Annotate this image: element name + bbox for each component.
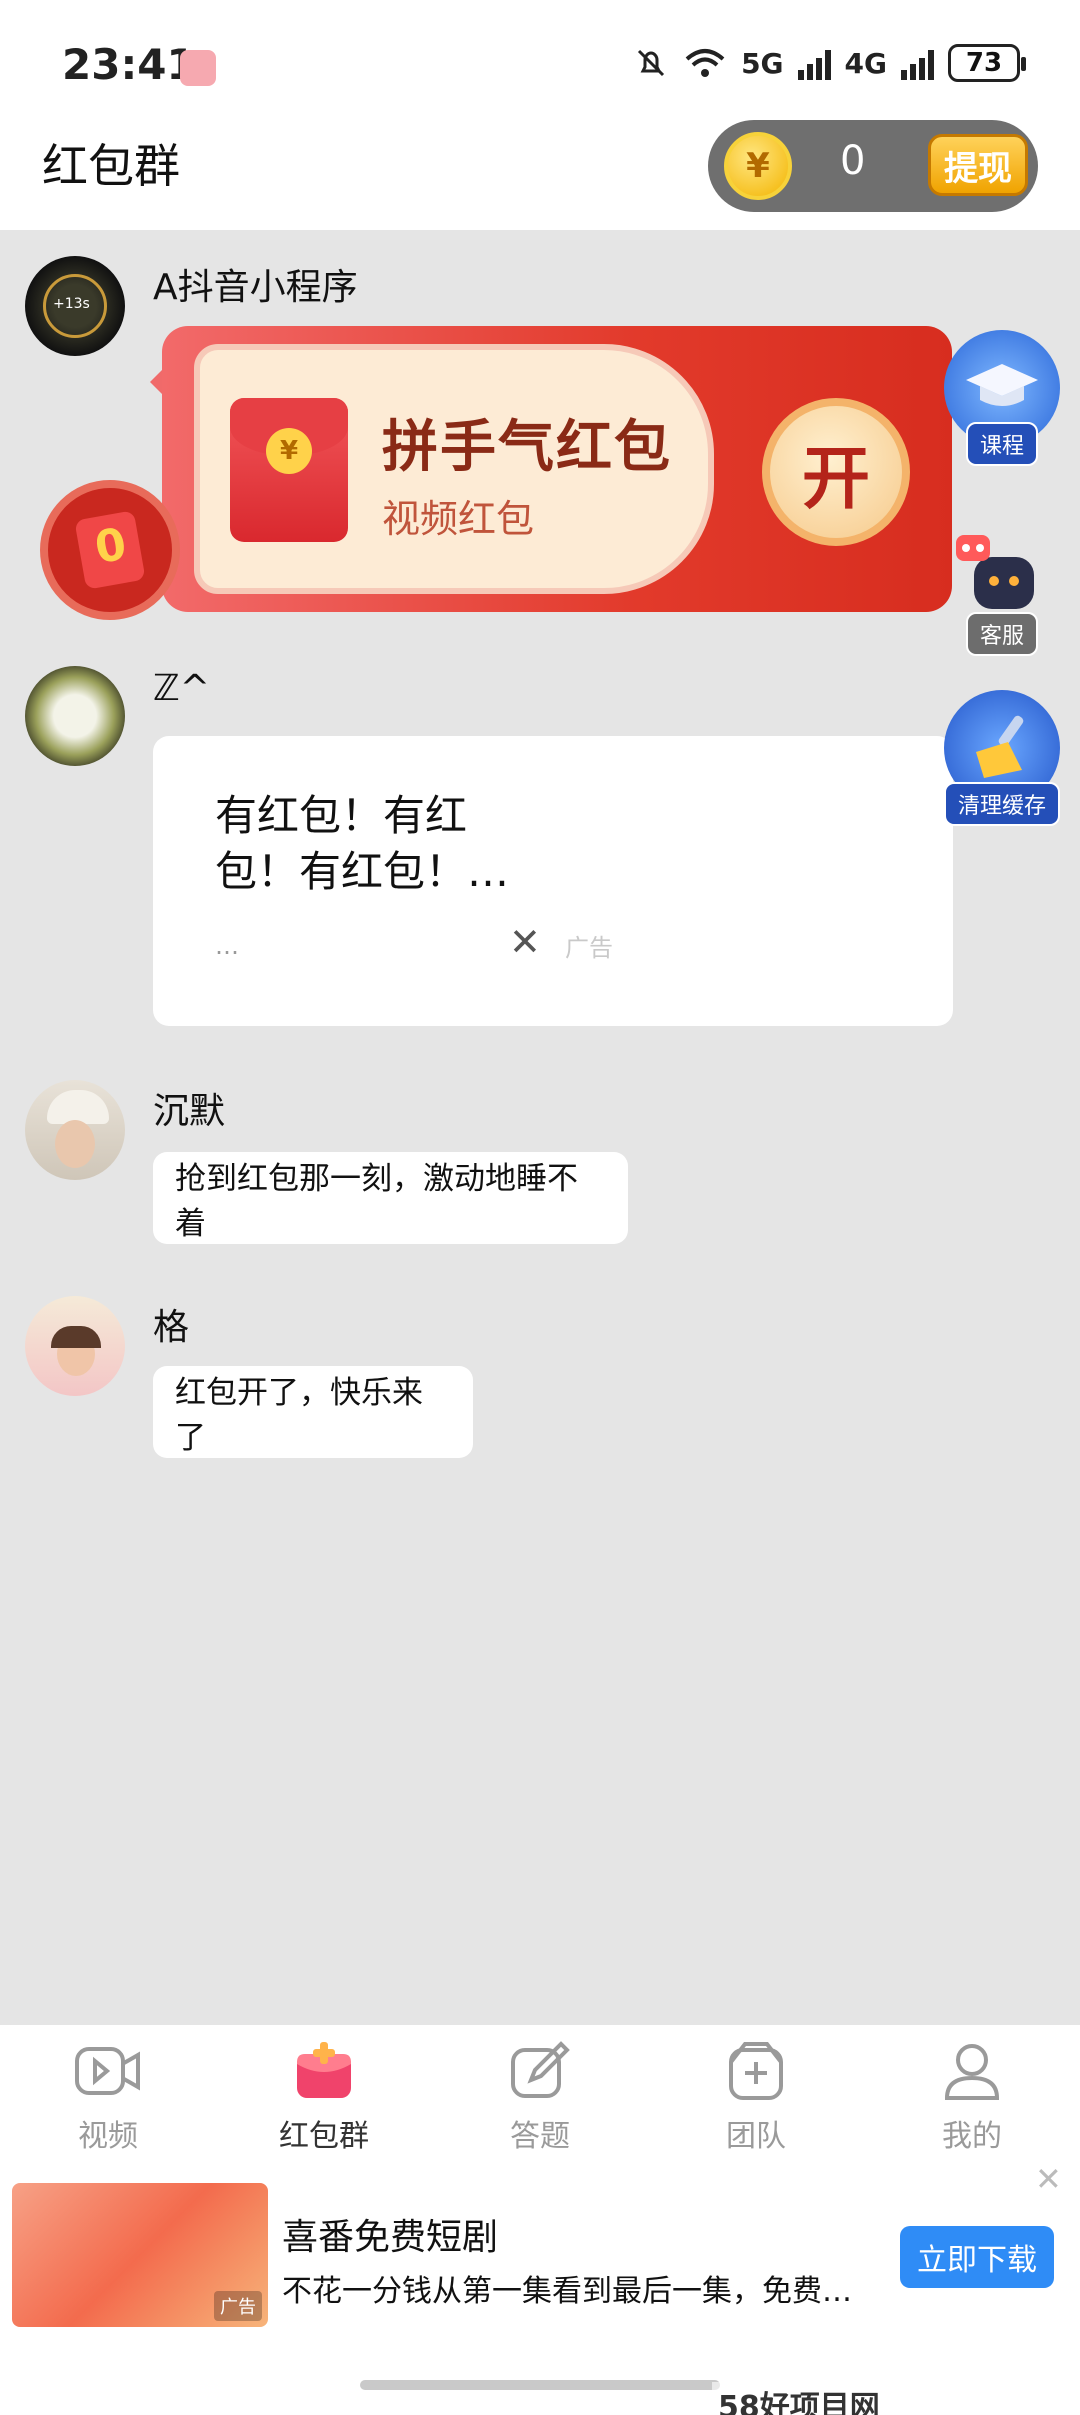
status-time: 23:41 [62, 40, 196, 89]
net-4g-label: 4G [844, 46, 887, 80]
ad-app-name: 喜番免费短剧 [282, 2217, 499, 2258]
battery-icon: 73 [948, 44, 1026, 82]
nav-label: 我的 [942, 2119, 1002, 2154]
coin-value: 0 [840, 138, 866, 184]
nav-label: 红包群 [279, 2119, 369, 2154]
red-envelope-icon [74, 510, 146, 590]
profile-icon [938, 2037, 1006, 2105]
ad-card[interactable]: 有红包！有红包！有红包！… … ✕ 广告 [153, 736, 953, 1026]
nav-item-profile[interactable]: 我的 [864, 2025, 1080, 2180]
avatar[interactable] [25, 1080, 125, 1180]
download-button[interactable]: 立即下载 [900, 2226, 1054, 2288]
ad-badge: 广告 [214, 2291, 262, 2321]
sender-name: ℤ^ [153, 668, 210, 709]
ad-badge: 广告 [565, 934, 613, 962]
clean-cache-label: 清理缓存 [943, 782, 1060, 826]
video-icon [74, 2037, 142, 2105]
header: 红包群 ¥ 0 提现 [0, 120, 1080, 230]
nav-label: 答题 [510, 2119, 570, 2154]
avatar-label: +13s [53, 296, 90, 312]
red-packet-timer-badge[interactable] [40, 480, 180, 620]
close-icon[interactable]: ✕ [509, 920, 541, 964]
notification-app-icon [180, 50, 216, 86]
red-packet-title: 拼手气红包 [382, 415, 672, 480]
nav-item-quiz[interactable]: 答题 [432, 2025, 648, 2180]
avatar[interactable] [25, 666, 125, 766]
signal-5g-icon [797, 46, 831, 80]
nav-label: 团队 [726, 2119, 786, 2154]
course-label: 课程 [965, 422, 1038, 466]
open-red-packet-button[interactable]: 开 [762, 398, 910, 546]
bottom-nav: 视频 红包群 答题 团队 我的 [0, 2025, 1080, 2180]
message-bubble[interactable]: 抢到红包那一刻，激动地睡不着 [153, 1152, 628, 1244]
bottom-ad-banner[interactable]: 广告 喜番免费短剧 不花一分钱从第一集看到最后一集，免费… 立即下载 ✕ [0, 2160, 1080, 2330]
watermark: 58好项目网www.58hxm.com [712, 2382, 1080, 2415]
close-icon[interactable]: ✕ [1035, 2160, 1062, 2198]
message-bubble[interactable]: 红包开了，快乐来了 [153, 1366, 473, 1458]
red-packet-subtitle: 视频红包 [382, 497, 535, 541]
signal-4g-icon [901, 46, 934, 80]
home-indicator[interactable] [360, 2380, 720, 2390]
ad-thumbnail[interactable]: 广告 [12, 2183, 268, 2327]
ad-description: 不花一分钱从第一集看到最后一集，免费… [282, 2274, 852, 2309]
nav-label: 视频 [78, 2119, 138, 2154]
page-title: 红包群 [42, 139, 180, 193]
team-icon [722, 2037, 790, 2105]
red-packet-card[interactable]: ¥ 拼手气红包 视频红包 开 [162, 326, 952, 612]
mute-bell-icon [638, 49, 665, 77]
chat-area[interactable]: +13s A抖音小程序 ¥ 拼手气红包 视频红包 开 ℤ^ 有红包！有红包！有红… [0, 230, 1080, 2025]
wifi-icon [685, 49, 725, 77]
ad-dots: … [215, 932, 239, 960]
customer-service-float-button[interactable]: 客服 [942, 520, 1062, 656]
sender-name: 格 [153, 1307, 190, 1348]
nav-item-video[interactable]: 视频 [0, 2025, 216, 2180]
coin-icon: ¥ [724, 132, 792, 200]
net-5g-label: 5G [741, 46, 784, 80]
nav-item-red-packet-group[interactable]: 红包群 [216, 2025, 432, 2180]
status-indicators: 5G 4G 73 [633, 44, 1026, 82]
course-float-button[interactable]: 课程 [942, 330, 1062, 466]
withdraw-button[interactable]: 提现 [928, 134, 1028, 196]
red-envelope-icon: ¥ [230, 398, 348, 542]
status-bar: 23:41 5G 4G 73 [0, 0, 1080, 120]
ad-text: 有红包！有红包！有红包！… [215, 791, 510, 896]
nav-item-team[interactable]: 团队 [648, 2025, 864, 2180]
customer-service-label: 客服 [965, 612, 1038, 656]
clean-cache-float-button[interactable]: 清理缓存 [942, 690, 1062, 826]
avatar[interactable]: +13s [25, 256, 125, 356]
yuan-coin-icon: ¥ [266, 428, 312, 474]
sender-name: A抖音小程序 [153, 267, 358, 308]
red-packet-icon [290, 2037, 358, 2105]
sender-name: 沉默 [153, 1091, 226, 1132]
avatar[interactable] [25, 1296, 125, 1396]
quiz-icon [506, 2037, 574, 2105]
coin-balance: ¥ 0 提现 [708, 120, 1038, 212]
red-packet-inner: ¥ 拼手气红包 视频红包 [194, 344, 714, 594]
